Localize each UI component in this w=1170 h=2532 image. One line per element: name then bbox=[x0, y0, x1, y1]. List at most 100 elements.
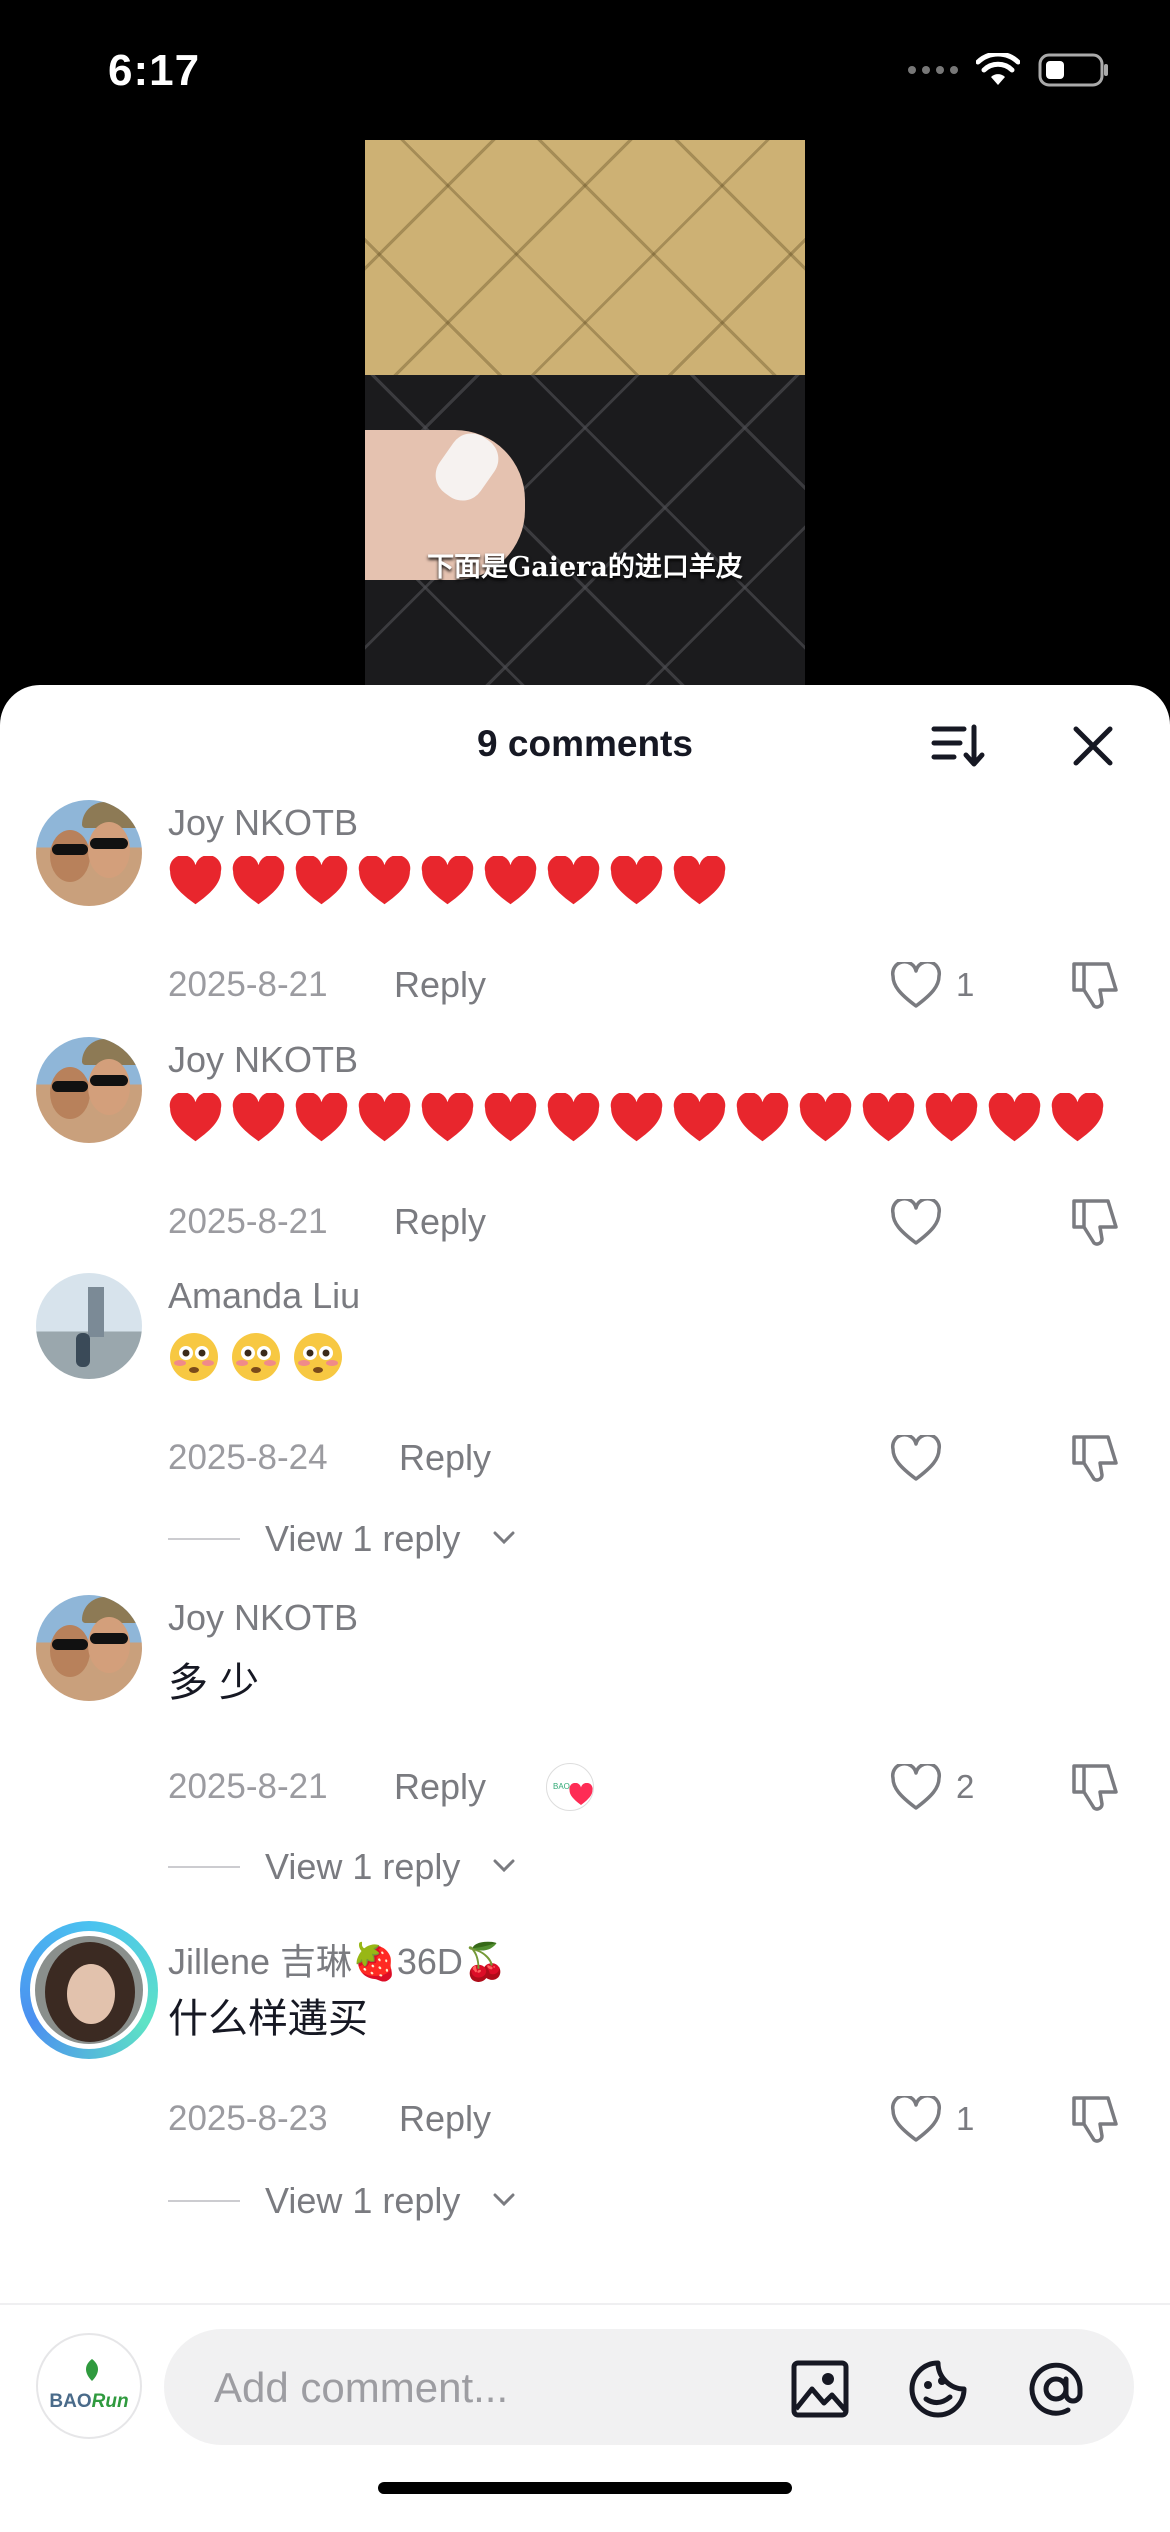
heart-outline-icon bbox=[890, 962, 942, 1008]
red-heart-emoji bbox=[925, 1093, 978, 1142]
red-heart-emoji bbox=[862, 1093, 915, 1142]
close-button[interactable] bbox=[1068, 721, 1118, 771]
comment-author[interactable]: Joy NKOTB bbox=[168, 802, 358, 844]
red-heart-emoji bbox=[673, 856, 726, 905]
dislike-button[interactable] bbox=[1068, 1758, 1124, 1814]
dislike-button[interactable] bbox=[1068, 1429, 1124, 1485]
emoji-sticker-icon bbox=[909, 2360, 967, 2418]
chevron-down-icon bbox=[493, 1531, 515, 1545]
like-button[interactable]: 1 bbox=[890, 958, 1010, 1014]
like-button[interactable] bbox=[890, 1431, 1010, 1487]
comment-composer: BAORun bbox=[0, 2303, 1170, 2532]
creator-liked-badge: BAO bbox=[546, 1763, 602, 1813]
like-count: 1 bbox=[956, 2100, 975, 2137]
video-preview[interactable]: 下面是Gaiera的进口羊皮 bbox=[365, 140, 805, 685]
red-heart-emoji bbox=[610, 856, 663, 905]
avatar[interactable] bbox=[36, 800, 142, 906]
view-replies-label: View 1 reply bbox=[265, 1518, 461, 1559]
comment-date: 2025-8-21 bbox=[168, 1767, 328, 1806]
red-heart-emoji bbox=[547, 856, 600, 905]
emoji-sticker-button[interactable] bbox=[908, 2359, 968, 2419]
comments-sheet: 9 comments Joy NKOTB 2025-8-21 Reply 1 J… bbox=[0, 685, 1170, 2532]
red-heart-emoji bbox=[988, 1093, 1041, 1142]
reply-button[interactable]: Reply bbox=[399, 2098, 491, 2140]
reply-button[interactable]: Reply bbox=[394, 1201, 486, 1243]
comment-author[interactable]: Jillene 吉琳🍓36D🍒 bbox=[168, 1933, 508, 1985]
red-heart-emoji bbox=[232, 856, 285, 905]
like-count: 2 bbox=[956, 1768, 975, 1805]
red-heart-emoji bbox=[799, 1093, 852, 1142]
red-heart-emoji bbox=[358, 856, 411, 905]
comment-date: 2025-8-21 bbox=[168, 1202, 328, 1241]
replies-divider bbox=[168, 1538, 240, 1540]
sort-icon bbox=[931, 724, 985, 767]
comment-hearts bbox=[168, 1093, 1105, 1145]
red-heart-emoji bbox=[295, 1093, 348, 1142]
comment-author[interactable]: Amanda Liu bbox=[168, 1275, 360, 1317]
comment-date: 2025-8-21 bbox=[168, 965, 328, 1004]
status-time: 6:17 bbox=[108, 46, 201, 95]
comment-item: Joy NKOTB 2025-8-21 Reply bbox=[0, 1037, 1170, 1246]
comment-input-container bbox=[164, 2329, 1134, 2447]
current-user-avatar[interactable]: BAORun bbox=[36, 2333, 142, 2439]
red-heart-emoji bbox=[484, 1093, 537, 1142]
red-heart-emoji bbox=[421, 1093, 474, 1142]
sort-button[interactable] bbox=[930, 721, 986, 771]
reply-button[interactable]: Reply bbox=[399, 1437, 491, 1479]
like-button[interactable]: 1 bbox=[890, 2092, 1010, 2148]
avatar[interactable] bbox=[36, 1037, 142, 1143]
red-heart-emoji bbox=[232, 1093, 285, 1142]
comment-emoji bbox=[168, 1331, 344, 1383]
comment-item: Joy NKOTB 多 少 2025-8-21 Reply BAO 2 View… bbox=[0, 1595, 1170, 1887]
heart-outline-icon bbox=[890, 1764, 942, 1810]
thumbs-down-icon bbox=[1072, 962, 1118, 1009]
dislike-button[interactable] bbox=[1068, 1193, 1124, 1249]
dislike-button[interactable] bbox=[1068, 2090, 1124, 2146]
heart-outline-icon bbox=[890, 1435, 942, 1481]
thumbs-down-icon bbox=[1072, 1764, 1118, 1811]
comments-header: 9 comments bbox=[0, 685, 1170, 805]
comment-hearts bbox=[168, 856, 727, 908]
comment-author[interactable]: Joy NKOTB bbox=[168, 1039, 358, 1081]
view-replies-button[interactable]: View 1 reply bbox=[168, 1514, 528, 1564]
red-heart-emoji bbox=[610, 1093, 663, 1142]
flushed-face-emoji bbox=[294, 1333, 342, 1381]
comment-text: 什么样遘买 bbox=[168, 1997, 368, 2041]
avatar[interactable] bbox=[36, 1595, 142, 1701]
home-indicator[interactable] bbox=[378, 2482, 792, 2494]
view-replies-button[interactable]: View 1 reply bbox=[168, 1842, 528, 1892]
replies-divider bbox=[168, 1866, 240, 1868]
reply-button[interactable]: Reply bbox=[394, 964, 486, 1006]
view-replies-button[interactable]: View 1 reply bbox=[168, 2176, 528, 2226]
mention-button[interactable] bbox=[1026, 2359, 1086, 2419]
at-mention-icon bbox=[1029, 2362, 1083, 2416]
red-heart-emoji bbox=[295, 856, 348, 905]
heart-filled-icon bbox=[569, 1783, 593, 1805]
avatar[interactable] bbox=[30, 1931, 148, 2049]
like-button[interactable]: 2 bbox=[890, 1760, 1010, 1816]
thumbs-down-icon bbox=[1072, 1199, 1118, 1246]
red-heart-emoji bbox=[169, 1093, 222, 1142]
avatar[interactable] bbox=[36, 1273, 142, 1379]
image-button[interactable] bbox=[790, 2359, 850, 2419]
comment-item: Joy NKOTB 2025-8-21 Reply 1 bbox=[0, 800, 1170, 1009]
view-replies-label: View 1 reply bbox=[265, 2180, 461, 2221]
view-replies-label: View 1 reply bbox=[265, 1846, 461, 1887]
like-button[interactable] bbox=[890, 1195, 1010, 1251]
flushed-face-emoji bbox=[232, 1333, 280, 1381]
heart-outline-icon bbox=[890, 2096, 942, 2142]
chevron-down-icon bbox=[493, 2193, 515, 2207]
red-heart-emoji bbox=[736, 1093, 789, 1142]
dislike-button[interactable] bbox=[1068, 956, 1124, 1012]
signal-icon bbox=[908, 66, 958, 74]
heart-outline-icon bbox=[890, 1199, 942, 1245]
comment-author[interactable]: Joy NKOTB bbox=[168, 1597, 358, 1639]
thumbs-down-icon bbox=[1072, 2096, 1118, 2143]
comment-item: Amanda Liu 2025-8-24 Reply View 1 reply bbox=[0, 1273, 1170, 1563]
comment-date: 2025-8-24 bbox=[168, 1438, 328, 1477]
red-heart-emoji bbox=[484, 856, 537, 905]
reply-button[interactable]: Reply bbox=[394, 1766, 486, 1808]
image-icon bbox=[791, 2360, 849, 2418]
comment-text: 多 少 bbox=[168, 1661, 260, 1705]
leaf-logo-icon bbox=[86, 2359, 98, 2381]
